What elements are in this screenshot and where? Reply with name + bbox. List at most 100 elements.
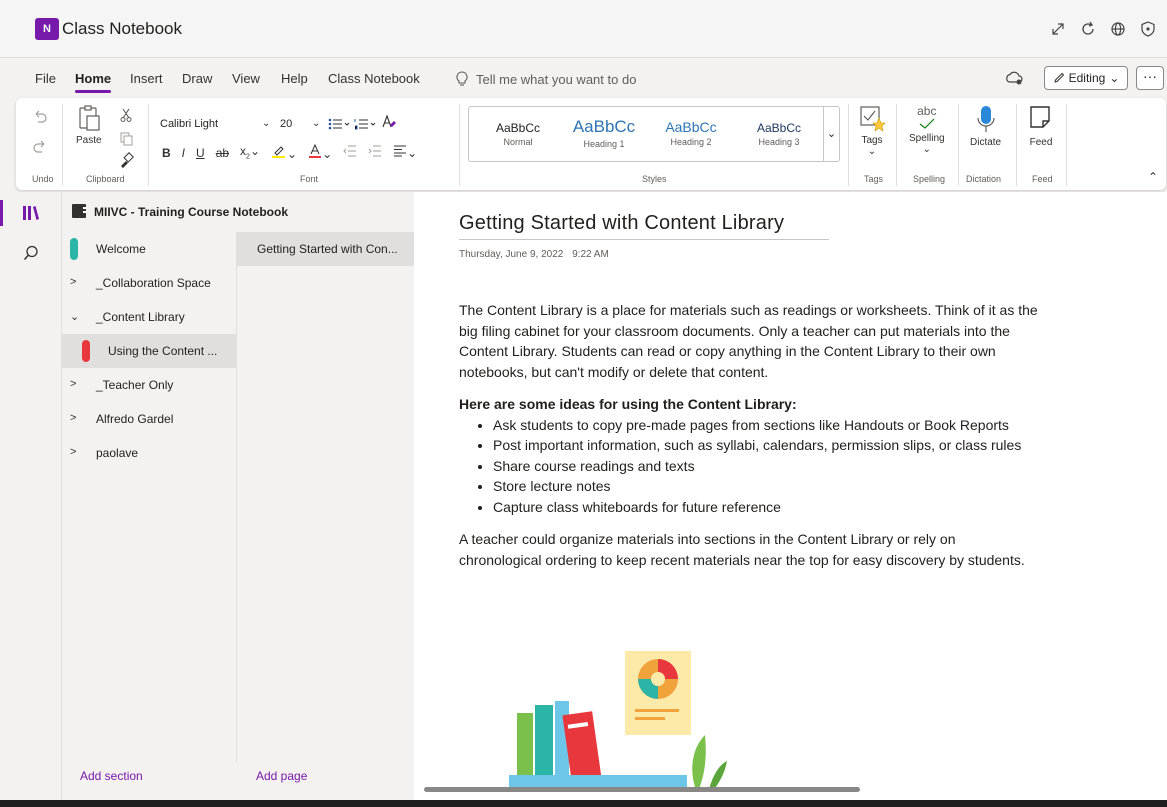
section-using-content-library[interactable]: Using the Content ... (62, 334, 237, 368)
italic-button[interactable]: I (182, 146, 185, 160)
chevron-down-icon[interactable]: ⌄ (262, 118, 270, 129)
feed-group-label: Feed (1032, 174, 1053, 184)
highlight-icon[interactable]: ⌄ (271, 144, 297, 161)
expand-icon[interactable] (1047, 18, 1069, 40)
tab-home[interactable]: Home (75, 71, 112, 93)
numbering-icon[interactable] (354, 117, 376, 135)
section-color-tab (82, 340, 90, 362)
font-size-value: 20 (280, 118, 293, 130)
list-item: Store lecture notes (493, 476, 1039, 497)
page-item[interactable]: Getting Started with Con... (237, 232, 414, 266)
section-welcome[interactable]: Welcome (62, 232, 237, 266)
search-icon[interactable] (16, 238, 46, 268)
clipboard-group-label: Clipboard (86, 174, 125, 184)
chevron-down-icon: ⌄ (922, 144, 931, 155)
collapse-ribbon-icon[interactable]: ⌃ (1148, 170, 1158, 184)
scrollbar-thumb[interactable] (424, 787, 860, 792)
spelling-group-label: Spelling (913, 174, 946, 184)
chevron-down-icon[interactable]: ⌄ (312, 118, 320, 129)
paste-icon (79, 105, 100, 131)
tags-button[interactable]: Tags ⌄ (858, 104, 886, 157)
tab-class-notebook[interactable]: Class Notebook (328, 71, 420, 86)
chevron-right-icon[interactable]: > (70, 276, 76, 288)
paste-button[interactable]: Paste (76, 104, 102, 146)
feed-button[interactable]: Feed (1028, 104, 1054, 148)
spelling-button[interactable]: abc Spelling ⌄ (909, 104, 945, 155)
tags-label: Tags (861, 135, 883, 146)
cut-icon[interactable] (120, 108, 132, 127)
align-icon[interactable]: ⌄ (393, 145, 417, 160)
bullets-icon[interactable] (328, 117, 350, 135)
tab-help[interactable]: Help (281, 71, 308, 86)
bold-button[interactable]: B (162, 146, 171, 160)
divider (459, 104, 460, 186)
chevron-right-icon[interactable]: > (70, 412, 76, 424)
globe-icon[interactable] (1107, 18, 1129, 40)
section-group-content-library[interactable]: ⌄ _Content Library (62, 300, 237, 334)
chevron-right-icon[interactable]: > (70, 378, 76, 390)
chevron-down-icon: ⌄ (1109, 71, 1120, 85)
page-title[interactable]: Getting Started with Content Library (459, 212, 829, 240)
page-canvas[interactable]: Getting Started with Content Library Thu… (414, 192, 1167, 800)
editing-mode-button[interactable]: Editing ⌄ (1044, 66, 1128, 90)
ideas-heading: Here are some ideas for using the Conten… (459, 396, 797, 412)
style-sample: AaBbCc (665, 119, 717, 135)
font-name-value: Calibri Light (160, 118, 219, 130)
add-page-button[interactable]: Add page (256, 769, 307, 783)
tell-me-search[interactable]: Tell me what you want to do (456, 71, 636, 87)
chevron-right-icon[interactable]: > (70, 446, 76, 458)
font-color-icon[interactable]: ⌄ (308, 143, 332, 161)
style-heading-3[interactable]: AaBbCc Heading 3 (751, 121, 807, 147)
style-heading-1[interactable]: AaBbCc Heading 1 (571, 117, 637, 149)
format-painter-icon[interactable] (118, 152, 134, 173)
styles-expand-icon[interactable]: ⌄ (823, 107, 839, 161)
refresh-icon[interactable] (1077, 18, 1099, 40)
style-normal[interactable]: AaBbCc Normal (493, 121, 543, 147)
notebooks-icon[interactable] (16, 198, 46, 228)
divider (62, 104, 63, 186)
chevron-down-icon[interactable]: ⌄ (70, 310, 79, 323)
font-name-select[interactable]: Calibri Light (156, 115, 266, 135)
undo-icon[interactable] (32, 110, 48, 129)
decrease-indent-icon[interactable] (343, 145, 357, 160)
section-teacher-only[interactable]: > _Teacher Only (62, 368, 237, 402)
styles-gallery: AaBbCc Normal AaBbCc Heading 1 AaBbCc He… (468, 106, 840, 162)
copy-icon[interactable] (120, 132, 134, 151)
divider (148, 104, 149, 186)
tab-insert[interactable]: Insert (130, 71, 163, 86)
navigation-rail (0, 192, 62, 800)
style-sample: AaBbCc (572, 117, 636, 136)
dictate-button[interactable]: Dictate (970, 104, 1001, 148)
section-paolave[interactable]: > paolave (62, 436, 237, 470)
tab-view[interactable]: View (232, 71, 260, 86)
tab-file[interactable]: File (35, 71, 56, 86)
tab-draw[interactable]: Draw (182, 71, 212, 86)
shield-icon[interactable] (1137, 18, 1159, 40)
divider (896, 104, 897, 186)
style-name: Heading 1 (583, 139, 625, 149)
increase-indent-icon[interactable] (368, 145, 382, 160)
divider (958, 104, 959, 186)
sync-status-icon[interactable] (1004, 70, 1024, 91)
style-heading-2[interactable]: AaBbCc Heading 2 (661, 119, 721, 147)
add-section-button[interactable]: Add section (80, 769, 143, 783)
list-item: Ask students to copy pre-made pages from… (493, 415, 1039, 436)
section-alfredo-gardel[interactable]: > Alfredo Gardel (62, 402, 237, 436)
notebook-header[interactable]: MIIVC - Training Course Notebook (62, 192, 414, 232)
section-label: paolave (96, 446, 139, 460)
subscript-button[interactable]: x2⌄ (240, 144, 260, 160)
page-body[interactable]: The Content Library is a place for mater… (459, 300, 1039, 582)
more-options-button[interactable]: ··· (1136, 66, 1164, 90)
tell-me-placeholder: Tell me what you want to do (476, 71, 637, 87)
horizontal-scrollbar[interactable] (420, 787, 1160, 793)
app-title: Class Notebook (62, 19, 183, 38)
paste-label: Paste (76, 135, 102, 146)
section-collaboration-space[interactable]: > _Collaboration Space (62, 266, 237, 300)
title-bar: N Class Notebook (0, 0, 1167, 58)
strikethrough-button[interactable]: ab (216, 146, 229, 160)
taskbar (0, 800, 1167, 807)
underline-button[interactable]: U (196, 146, 205, 160)
redo-icon[interactable] (32, 140, 48, 159)
dictation-group-label: Dictation (966, 174, 1002, 184)
clear-formatting-icon[interactable] (381, 114, 397, 135)
